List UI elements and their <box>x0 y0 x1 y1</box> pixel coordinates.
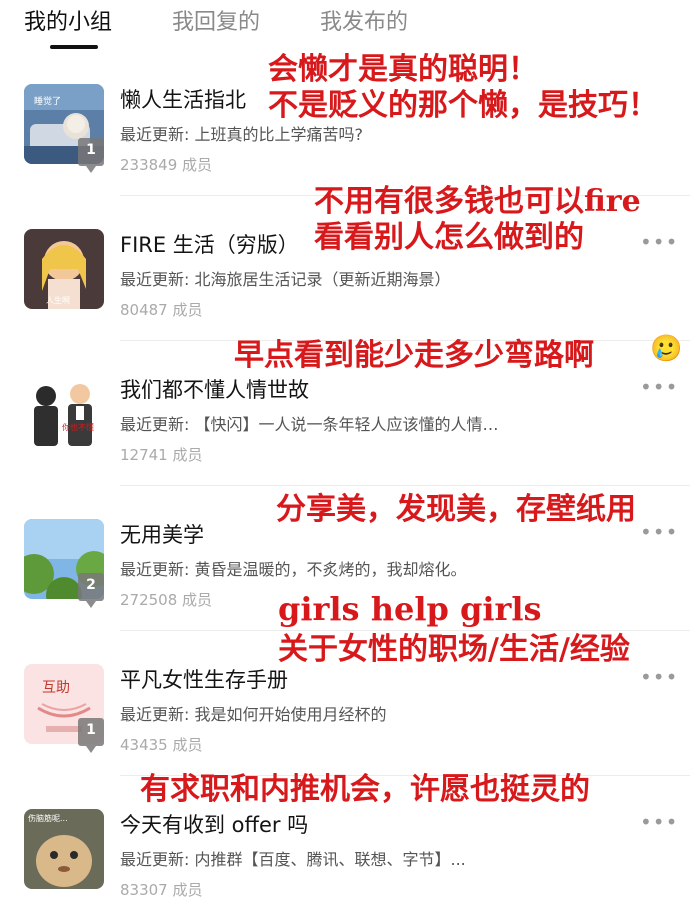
thumb-caption: 你也不懂 <box>62 422 94 432</box>
annotation-text: 早点看到能少走多少弯路啊 <box>234 338 594 373</box>
tab-my-posts[interactable]: 我发布的 <box>320 4 408 36</box>
latest-update: 最近更新: 【快闪】一人说一条年轻人应该懂的人情… <box>120 415 499 434</box>
thumb-caption: 互助 <box>42 680 70 696</box>
more-options-button[interactable]: ••• <box>640 522 678 542</box>
unread-badge: 2 <box>78 573 104 608</box>
crying-smile-emoji-icon: 🥲 <box>650 334 683 364</box>
annotation-text: girls help girls <box>278 590 542 628</box>
group-thumbnail: 你也不懂 <box>24 374 104 454</box>
more-options-button[interactable]: ••• <box>640 812 678 832</box>
more-options-button[interactable]: ••• <box>640 667 678 687</box>
group-title: 懒人生活指北 <box>120 88 246 112</box>
unread-badge: 1 <box>78 138 104 173</box>
latest-update: 最近更新: 内推群【百度、腾讯、联想、字节】... <box>120 850 466 869</box>
member-count: 233849 成员 <box>120 156 213 174</box>
group-title: 我们都不懂人情世故 <box>120 378 309 402</box>
annotation-text: 有求职和内推机会，许愿也挺灵的 <box>140 772 590 807</box>
thumb-caption: 睡觉了 <box>34 95 61 107</box>
latest-update: 最近更新: 上班真的比上学痛苦吗? <box>120 125 363 144</box>
group-title: 无用美学 <box>120 523 204 547</box>
member-count: 83307 成员 <box>120 881 203 899</box>
member-count: 272508 成员 <box>120 591 213 609</box>
more-options-button[interactable]: ••• <box>640 232 678 252</box>
annotation-text: 关于女性的职场/生活/经验 <box>278 632 630 667</box>
annotation-text: 看看别人怎么做到的 <box>314 220 584 255</box>
group-title: 平凡女性生存手册 <box>120 668 288 692</box>
more-options-button[interactable]: ••• <box>640 377 678 397</box>
group-thumbnail: 伤脑筋呢... <box>24 809 104 889</box>
latest-update: 最近更新: 北海旅居生活记录（更新近期海景） <box>120 270 451 289</box>
tab-my-groups[interactable]: 我的小组 <box>24 4 112 36</box>
tab-bar: 我的小组 我回复的 我发布的 <box>0 0 690 50</box>
annotation-text: 分享美，发现美，存壁纸用 <box>276 492 636 527</box>
group-thumbnail: 人生啊 <box>24 229 104 309</box>
active-tab-indicator <box>50 45 98 49</box>
latest-update: 最近更新: 黄昏是温暖的，不炙烤的，我却熔化。 <box>120 560 467 579</box>
unread-badge: 1 <box>78 718 104 753</box>
thumb-caption: 人生啊 <box>46 295 70 305</box>
tab-my-replies[interactable]: 我回复的 <box>172 4 260 36</box>
member-count: 43435 成员 <box>120 736 203 754</box>
group-title: 今天有收到 offer 吗 <box>120 813 309 837</box>
group-title: FIRE 生活（穷版） <box>120 233 299 257</box>
member-count: 80487 成员 <box>120 301 203 319</box>
latest-update: 最近更新: 我是如何开始使用月经杯的 <box>120 705 387 724</box>
thumb-caption: 伤脑筋呢... <box>28 813 68 823</box>
member-count: 12741 成员 <box>120 446 203 464</box>
annotation-text: 不是贬义的那个懒，是技巧！ <box>268 88 658 123</box>
